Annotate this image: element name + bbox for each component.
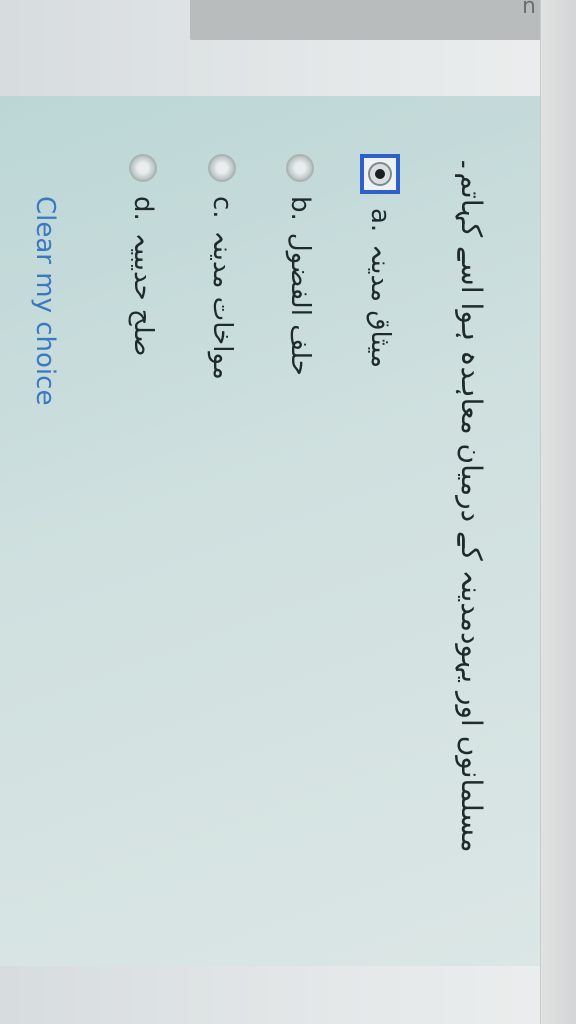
option-letter: b. [285, 196, 315, 221]
radio-a-focus[interactable] [360, 154, 400, 194]
clear-choice-link[interactable]: Clear my choice [30, 196, 60, 405]
option-a[interactable]: a. میثاق مدینہ [358, 154, 402, 368]
option-text: حلف الفضول [285, 232, 315, 376]
option-b[interactable]: b. حلف الفضول [278, 154, 322, 376]
option-text: میثاق مدینہ [365, 244, 395, 369]
option-c[interactable]: c. مواخات مدینہ [200, 154, 244, 380]
option-letter: d. [128, 196, 158, 221]
radio-a[interactable] [368, 162, 392, 186]
option-text: مواخات مدینہ [207, 230, 237, 380]
option-letter: c. [207, 196, 237, 219]
radio-d[interactable] [129, 154, 157, 182]
option-letter: a. [365, 208, 395, 233]
radio-b[interactable] [286, 154, 314, 182]
option-d[interactable]: d. صلح حدیبیہ [121, 154, 165, 356]
option-text: صلح حدیبیہ [128, 232, 158, 357]
radio-dot [375, 169, 385, 179]
top-bar-glyph: n [522, 0, 536, 19]
question-text: مسلمانوں اور یہودمدینہ کے درمیان معاہدہ … [455, 156, 488, 853]
screen-edge [540, 0, 576, 1024]
top-bar: n [190, 0, 542, 40]
question-container: مسلمانوں اور یہودمدینہ کے درمیان معاہدہ … [0, 96, 540, 966]
radio-c[interactable] [208, 154, 236, 182]
